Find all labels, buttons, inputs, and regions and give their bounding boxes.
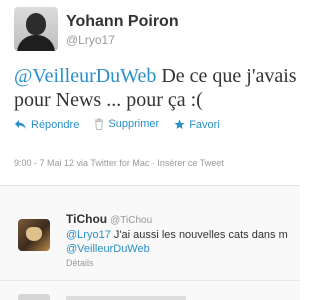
next-avatar: [18, 294, 50, 300]
mention-link[interactable]: @VeilleurDuWeb: [14, 65, 156, 87]
author-avatar[interactable]: [14, 7, 58, 51]
reply-mention-1[interactable]: @Lryo17: [66, 229, 111, 241]
avatar-body: [17, 35, 55, 51]
tweet-text-line-2: pour News ... pour ça :(: [14, 89, 203, 111]
favorite-button[interactable]: Favori: [174, 119, 220, 131]
tweet-card: Yohann Poiron @Lryo17 @VeilleurDuWeb De …: [0, 0, 300, 186]
favorite-label: Favori: [189, 118, 220, 131]
reply-text-line-1: @Lryo17 J'ai aussi les nouvelles cats da…: [66, 228, 306, 242]
tweet-meta[interactable]: 9:00 - 7 Mai 12 via Twitter for Mac · In…: [14, 158, 224, 168]
next-tweet-partial: [0, 281, 300, 300]
reply-text: @Lryo17 J'ai aussi les nouvelles cats da…: [66, 228, 306, 256]
reply-author-handle: @TiChou: [110, 215, 153, 226]
reply-author[interactable]: TiChou @TiChou: [66, 212, 152, 226]
tweet-text: @VeilleurDuWeb De ce que j'avais pour Ne…: [14, 64, 314, 112]
avatar-head: [26, 13, 46, 35]
reply-button[interactable]: Répondre: [14, 119, 79, 131]
author-name[interactable]: Yohann Poiron: [66, 13, 179, 31]
reply-tweet[interactable]: TiChou @TiChou @Lryo17 J'ai aussi les nou…: [0, 186, 300, 281]
reply-avatar[interactable]: [18, 219, 50, 251]
delete-button[interactable]: Supprimer: [94, 118, 159, 130]
reply-text-rest: J'ai aussi les nouvelles cats dans m: [110, 229, 288, 241]
next-text: [66, 296, 186, 300]
tweet-text-rest: De ce que j'avais: [156, 65, 297, 87]
tweet-text-line-1: @VeilleurDuWeb De ce que j'avais: [14, 64, 314, 88]
author-handle[interactable]: @Lryo17: [66, 33, 115, 47]
reply-details-link[interactable]: Détails: [66, 258, 94, 268]
reply-mention-2[interactable]: @VeilleurDuWeb: [66, 242, 306, 256]
delete-label: Supprimer: [108, 118, 160, 130]
trash-icon: [95, 118, 104, 130]
reply-author-name: TiChou: [66, 212, 108, 226]
star-icon: [174, 119, 185, 129]
avatar-cat-shape: [26, 227, 42, 241]
reply-label: Répondre: [31, 118, 80, 131]
tweet-actions: Répondre Supprimer Favori: [14, 118, 232, 134]
reply-arrow-icon: [15, 120, 26, 129]
